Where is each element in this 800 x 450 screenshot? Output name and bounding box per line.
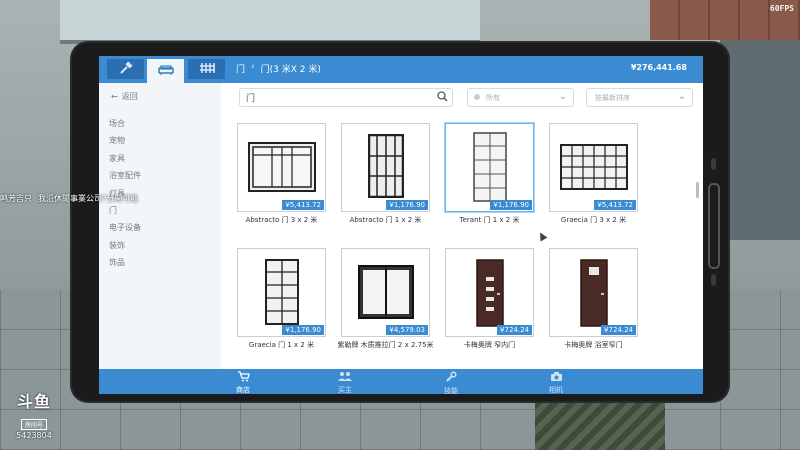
door-image <box>473 132 507 202</box>
price-tag: ¥724.24 <box>497 325 532 335</box>
price-tag: ¥724.24 <box>601 325 636 335</box>
sidebar-item[interactable]: 家具 <box>109 150 141 167</box>
bottom-navigation: 商店 买主 技能 相机 <box>99 369 703 394</box>
tab-construction[interactable] <box>188 59 225 79</box>
chevron-down-icon: ⌄ <box>677 91 686 102</box>
search-value: 门 <box>246 94 256 104</box>
tablet-button <box>711 274 716 286</box>
shop-screen: 门 ‹ 门(3 米X 2 米) ¥276,441.68 ← 返回 场合 宠物 家… <box>99 56 703 394</box>
door-image <box>265 259 299 325</box>
category-filter-value: 所有 <box>486 94 500 102</box>
breadcrumb: 门 ‹ 门(3 米X 2 米) <box>236 62 321 75</box>
search-icon[interactable] <box>437 91 448 105</box>
camera-icon <box>526 371 586 385</box>
nav-label: 商店 <box>236 386 250 394</box>
product-name: Graecia 门 1 x 2 米 <box>248 341 315 349</box>
price-tag: ¥1,176.90 <box>386 200 428 210</box>
sidebar-item[interactable]: 浴室配件 <box>109 167 141 184</box>
money-balance: ¥276,441.68 <box>630 63 687 72</box>
price-tag: ¥5,413.72 <box>594 200 636 210</box>
filter-icon <box>474 94 480 100</box>
search-input[interactable]: 门 <box>239 88 453 107</box>
chevron-down-icon: ⌄ <box>558 91 567 102</box>
product-name: 卡梅奥牌 浴室窄门 <box>564 341 623 349</box>
door-image <box>358 265 414 319</box>
tablet-button <box>711 158 716 170</box>
chat-user: 鸣芳吉只 <box>0 194 32 203</box>
hammer-icon <box>119 60 133 78</box>
product-name: Graecia 门 3 x 2 米 <box>560 216 627 224</box>
sidebar-item[interactable]: 装饰 <box>109 237 141 254</box>
room-id: 5423804 <box>16 431 52 440</box>
sofa-icon <box>157 64 174 79</box>
price-tag: ¥1,176.90 <box>282 325 324 335</box>
cart-icon <box>213 371 273 385</box>
nav-label: 买主 <box>338 386 352 394</box>
product-thumbnail: ¥724.24 <box>445 248 534 337</box>
product-thumbnail: ¥4,579.03 <box>341 248 430 337</box>
stream-logo: 斗鱼 房间号 5423804 <box>8 388 60 440</box>
product-thumbnail: ¥724.24 <box>549 248 638 337</box>
sidebar-item[interactable]: 饰品 <box>109 254 141 271</box>
back-label: 返回 <box>121 92 138 101</box>
breadcrumb-current: 门(3 米X 2 米) <box>260 65 321 75</box>
sidebar-item[interactable]: 场合 <box>109 115 141 132</box>
price-tag: ¥1,176.90 <box>490 200 532 210</box>
nav-shop[interactable]: 商店 <box>213 371 273 394</box>
users-icon <box>315 371 375 385</box>
fence-icon <box>199 62 215 77</box>
cabinet <box>720 40 800 240</box>
tablet-device: 门 ‹ 门(3 米X 2 米) ¥276,441.68 ← 返回 场合 宠物 家… <box>72 43 728 401</box>
nav-label: 技能 <box>444 387 458 394</box>
price-tag: ¥5,413.72 <box>282 200 324 210</box>
breadcrumb-root[interactable]: 门 <box>236 62 245 75</box>
product-thumbnail: ¥1,176.90 <box>237 248 326 337</box>
door-image <box>580 259 608 327</box>
top-bar: 门 ‹ 门(3 米X 2 米) ¥276,441.68 <box>99 56 703 83</box>
chat-message: 我沿休閒事業公司?分開可能 <box>38 194 139 203</box>
tab-furniture[interactable] <box>147 59 184 83</box>
wrench-icon <box>421 371 481 386</box>
door-image <box>248 142 316 192</box>
price-tag: ¥4,579.03 <box>386 325 428 335</box>
product-thumbnail: ¥1,176.90 <box>445 123 534 212</box>
product-name: Abstracto 门 3 x 2 米 <box>245 216 318 224</box>
sidebar-item[interactable]: 电子设备 <box>109 219 141 236</box>
grid-scrollbar[interactable] <box>696 182 699 198</box>
door-image <box>560 144 628 190</box>
product-grid: ¥5,413.72 Abstracto 门 3 x 2 米 ¥1,176.90 … <box>237 123 683 373</box>
nav-camera[interactable]: 相机 <box>526 371 586 394</box>
product-thumbnail: ¥5,413.72 <box>549 123 638 212</box>
logo-text: 斗鱼 <box>16 392 51 411</box>
back-button[interactable]: ← 返回 <box>111 91 138 102</box>
nav-label: 相机 <box>549 386 563 394</box>
chat-overlay: 鸣芳吉只 我沿休閒事業公司?分開可能 <box>0 193 138 204</box>
sidebar-item[interactable]: 门 <box>109 202 141 219</box>
sidebar-item[interactable]: 宠物 <box>109 132 141 149</box>
sort-value: 按最新排序 <box>595 94 630 102</box>
room-label: 房间号 <box>20 419 47 430</box>
door-image <box>476 259 504 327</box>
sort-dropdown[interactable]: 按最新排序 ⌄ <box>586 88 693 107</box>
tablet-slot <box>708 183 720 269</box>
window <box>60 0 480 44</box>
nav-buyers[interactable]: 买主 <box>315 371 375 394</box>
product-name: 卡梅奥牌 窄内门 <box>463 341 516 349</box>
product-name: Terant 门 1 x 2 米 <box>459 216 520 224</box>
category-sidebar: ← 返回 场合 宠物 家具 浴室配件 灯具 门 电子设备 装饰 饰品 <box>99 83 221 369</box>
product-thumbnail: ¥5,413.72 <box>237 123 326 212</box>
door-image <box>368 134 404 198</box>
nav-skills[interactable]: 技能 <box>421 371 481 394</box>
tab-tools[interactable] <box>107 59 144 79</box>
category-filter-dropdown[interactable]: 所有 ⌄ <box>467 88 574 107</box>
product-name: 紫勒牌 木质推拉门 2 x 2.75米 <box>337 341 434 349</box>
fps-counter: 60FPS <box>769 4 794 13</box>
arrow-left-icon: ← <box>111 92 118 101</box>
product-thumbnail: ¥1,176.90 <box>341 123 430 212</box>
chevron-left-icon[interactable]: ‹ <box>251 62 255 75</box>
product-name: Abstracto 门 1 x 2 米 <box>349 216 422 224</box>
